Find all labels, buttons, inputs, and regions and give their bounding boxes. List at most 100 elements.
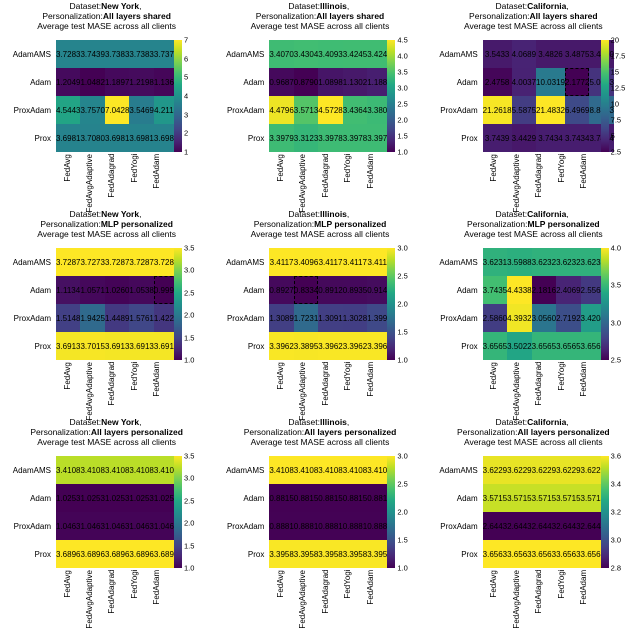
panel-title: Dataset:New York, Personalization:All la…	[0, 2, 213, 31]
colorbar-tick: 7.5	[611, 116, 633, 125]
x-tick: FedYogi	[130, 570, 139, 631]
x-axis-labels: FedAvgFedAvgAdaptiveFedAdagradFedYogiFed…	[269, 154, 381, 210]
heatmap-cell: 0.8912	[318, 276, 342, 304]
heatmap-cell: 3.7439	[80, 40, 104, 68]
y-axis-labels: AdamAMSAdamProxAdamProx	[213, 456, 267, 568]
colorbar-tick: 2.5	[184, 496, 206, 505]
x-tick: FedAdagrad	[534, 362, 543, 423]
heatmap-cells: 3.72873.72733.72873.72873.72871.11341.05…	[56, 248, 168, 360]
heatmap-cell: 3.6229	[532, 456, 556, 484]
x-tick: FedYogi	[557, 362, 566, 423]
heatmap-cell: 3.4117	[269, 248, 293, 276]
panel-title: Dataset:California, Personalization:All …	[427, 2, 640, 31]
panel-title: Dataset:California, Personalization:All …	[427, 418, 640, 447]
heatmap-cell: 3.4364	[343, 96, 367, 124]
colorbar-tick: 2.5	[611, 356, 633, 365]
y-tick: ProxAdam	[213, 304, 267, 332]
heatmap-cell: 3.3895	[294, 332, 318, 360]
x-tick: FedAvgAdaptive	[512, 362, 521, 423]
heatmap-cells: 3.54334.06893.48263.48753.48502.47584.00…	[483, 40, 595, 152]
y-axis-labels: AdamAMSAdamProxAdamProx	[427, 248, 481, 360]
heatmap-panel: Dataset:Illinois, Personalization:All la…	[213, 416, 426, 624]
x-tick: FedAdam	[366, 154, 375, 215]
heatmap-cell: 3.3958	[294, 540, 318, 568]
heatmap-cell: 3.6563	[556, 540, 580, 568]
heatmap-cell: 3.4108	[318, 456, 342, 484]
heatmap-cell: 3.6565	[483, 332, 507, 360]
heatmap-cell: 5.5875	[512, 96, 536, 124]
colorbar	[601, 40, 609, 152]
heatmap-cell: 1.0253	[105, 484, 129, 512]
y-tick: Adam	[427, 484, 481, 512]
x-tick: FedYogi	[130, 362, 139, 423]
y-tick: AdamAMS	[427, 40, 481, 68]
heatmap-cell: 3.6981	[56, 124, 80, 152]
panel-title: Dataset:Illinois, Personalization:MLP pe…	[213, 210, 426, 239]
heatmap-panel: Dataset:California, Personalization:All …	[427, 416, 640, 624]
x-tick: FedAvgAdaptive	[85, 570, 94, 631]
heatmap-cell: 3.7383	[105, 40, 129, 68]
heatmap-cell: 0.8334	[294, 276, 318, 304]
colorbar	[601, 248, 609, 360]
colorbar-tick: 1.0	[184, 564, 206, 573]
colorbar-tick: 1.0	[184, 356, 206, 365]
heatmap-cell: 3.0560	[532, 304, 556, 332]
colorbar-tick: 15	[611, 68, 633, 77]
heatmap-cell: 1.1134	[56, 276, 80, 304]
colorbar-tick: 2.8	[611, 564, 633, 573]
y-tick: Prox	[427, 540, 481, 568]
heatmap-panel: Dataset:New York, Personalization:MLP pe…	[0, 208, 213, 416]
heatmap-cell: 4.4796	[269, 96, 293, 124]
heatmap-cell: 1.4489	[105, 304, 129, 332]
y-tick: Adam	[427, 68, 481, 96]
heatmap-cell: 3.6232	[532, 248, 556, 276]
heatmap-cell: 1.3091	[318, 304, 342, 332]
x-axis-labels: FedAvgFedAvgAdaptiveFedAdagradFedYogiFed…	[483, 570, 595, 626]
heatmap-cell: 2.4069	[556, 276, 580, 304]
heatmap-cell: 4.0689	[512, 40, 536, 68]
heatmap-cell: 3.5715	[483, 484, 507, 512]
heatmap-cell: 2.6443	[483, 512, 507, 540]
colorbar-tick: 1.0	[397, 564, 419, 573]
heatmap-panel: Dataset:Illinois, Personalization:MLP pe…	[213, 208, 426, 416]
x-tick: FedAdagrad	[107, 362, 116, 423]
colorbar-tick: 2.5	[397, 480, 419, 489]
heatmap-cell: 4.4338	[507, 276, 531, 304]
colorbar-tick: 1.5	[397, 328, 419, 337]
colorbar-tick: 2.5	[611, 148, 633, 157]
heatmap-cell: 3.6229	[507, 456, 531, 484]
y-tick: Prox	[213, 124, 267, 152]
colorbar-tick: 1.5	[397, 536, 419, 545]
heatmap-cell: 0.8927	[269, 276, 293, 304]
colorbar-tick: 2.0	[184, 519, 206, 528]
y-tick: ProxAdam	[213, 96, 267, 124]
heatmap-panel: Dataset:California, Personalization:All …	[427, 0, 640, 208]
x-tick: FedAvg	[63, 362, 72, 423]
heatmap-cell: 3.7435	[483, 276, 507, 304]
colorbar	[174, 248, 182, 360]
heatmap-cell: 1.0253	[56, 484, 80, 512]
x-tick: FedAvg	[63, 570, 72, 631]
colorbar-tick: 2	[184, 129, 206, 138]
heatmap-cell: 3.6563	[532, 540, 556, 568]
x-tick: FedYogi	[343, 362, 352, 423]
heatmap-cell: 3.6896	[129, 540, 153, 568]
colorbar-tick: 4.5	[397, 36, 419, 45]
y-tick: Adam	[0, 276, 54, 304]
panel-title: Dataset:Illinois, Personalization:All la…	[213, 2, 426, 31]
x-tick: FedAvg	[276, 570, 285, 631]
colorbar-tick: 1.0	[397, 148, 419, 157]
heatmap-cell: 3.6896	[105, 540, 129, 568]
x-tick: FedAdagrad	[107, 570, 116, 631]
colorbar-tick: 1.5	[184, 333, 206, 342]
x-tick: FedAdagrad	[321, 154, 330, 215]
colorbar	[174, 456, 182, 568]
heatmap-cell: 3.6232	[556, 248, 580, 276]
colorbar-tick: 3.0	[397, 84, 419, 93]
colorbar-tick: 3.0	[397, 452, 419, 461]
colorbar	[387, 248, 395, 360]
colorbar-tick: 1.5	[397, 132, 419, 141]
heatmap-cell: 3.4108	[343, 456, 367, 484]
heatmap-cell: 3.5715	[507, 484, 531, 512]
colorbar-tick: 3.5	[397, 68, 419, 77]
